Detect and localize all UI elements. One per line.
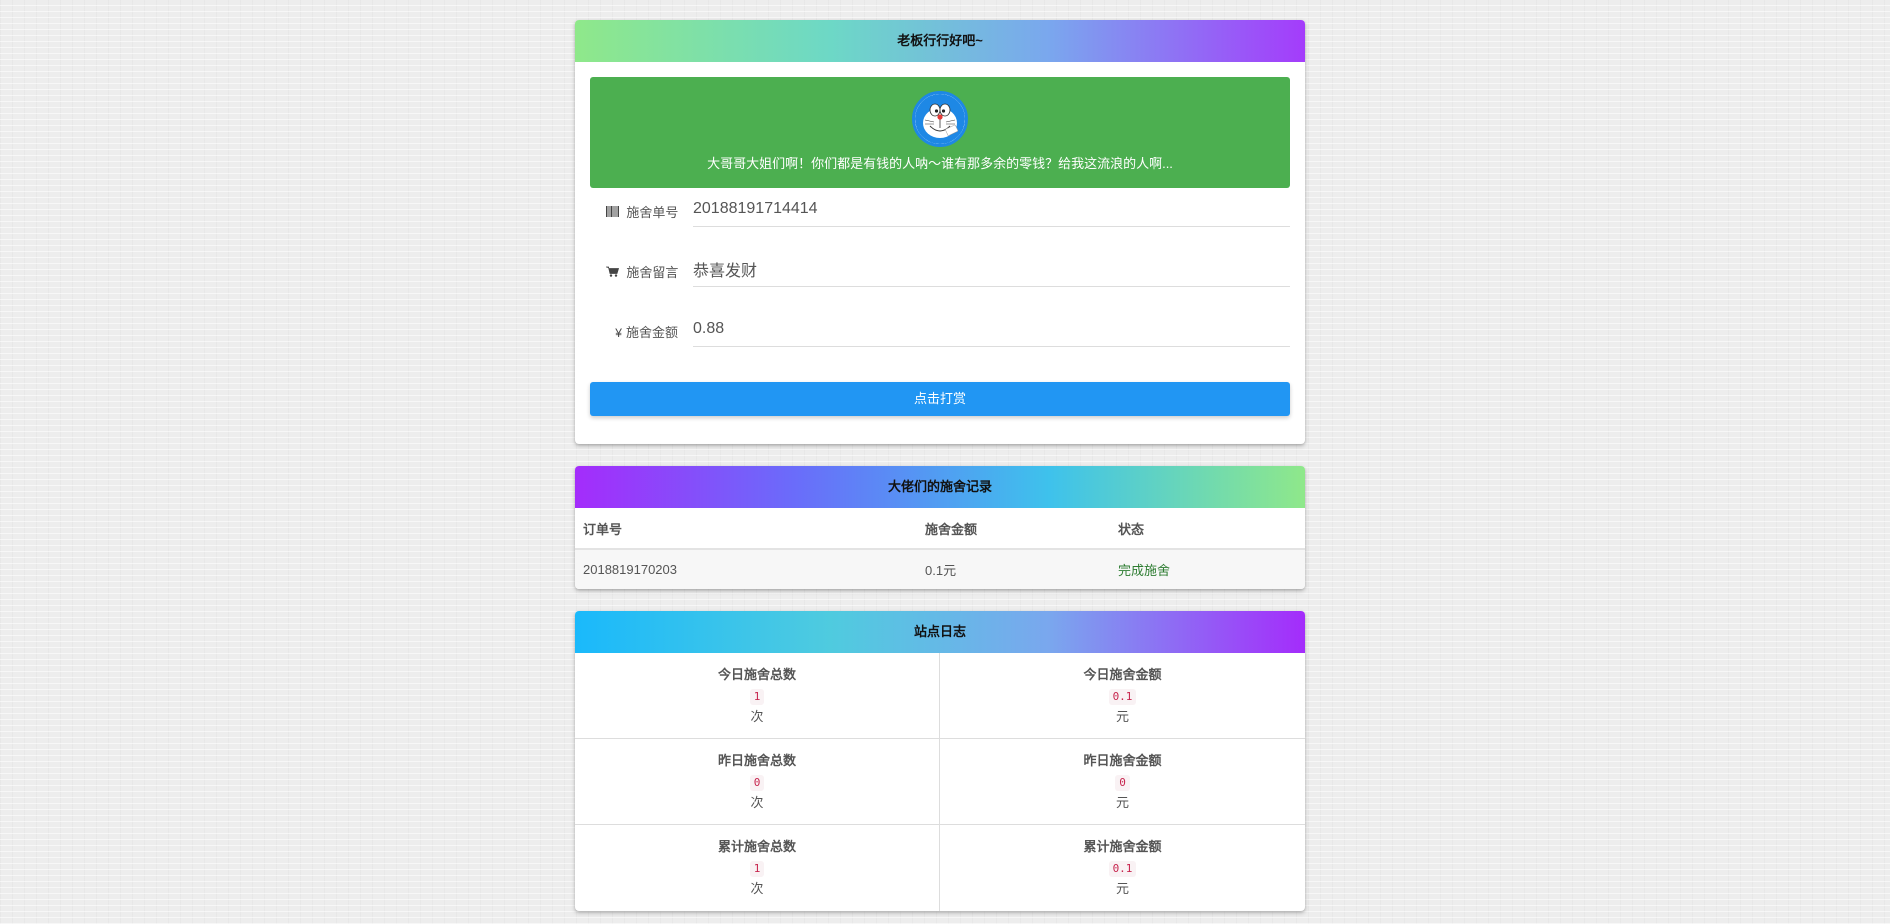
yen-icon: ¥ — [615, 326, 622, 340]
order-number-row: 施舍单号 — [590, 188, 1290, 248]
stat-value: 0 — [1115, 775, 1130, 791]
page-container: 老板行行好吧~ 大哥哥大姐们啊！你们都是有钱的人呐～谁有那多余的零钱？给我这流浪… — [575, 20, 1305, 911]
table-row: 2018819170203 0.1元 完成施舍 — [575, 549, 1305, 589]
order-number-label: 施舍单号 — [606, 202, 678, 221]
stat-unit: 元 — [1115, 881, 1129, 896]
stat-title: 昨日施舍总数 — [717, 753, 796, 768]
stat-total-amount: 累计施舍金额 0.1 元 — [940, 825, 1305, 911]
amount-label-text: 施舍金额 — [625, 325, 678, 340]
stat-unit: 次 — [750, 795, 764, 810]
records-card-title: 大佬们的施舍记录 — [575, 466, 1305, 508]
record-order: 2018819170203 — [575, 549, 917, 589]
stat-value: 1 — [749, 861, 765, 877]
order-number-label-text: 施舍单号 — [626, 205, 679, 220]
stat-unit: 次 — [750, 709, 764, 724]
stat-unit: 元 — [1115, 709, 1129, 724]
stat-unit: 次 — [750, 881, 764, 896]
donate-banner: 大哥哥大姐们啊！你们都是有钱的人呐～谁有那多余的零钱？给我这流浪的人啊... — [590, 77, 1290, 188]
column-header-status: 状态 — [1110, 508, 1305, 550]
amount-input[interactable] — [693, 312, 1290, 347]
stat-value: 0 — [749, 775, 765, 791]
stat-title: 今日施舍总数 — [717, 667, 796, 682]
stat-today-amount: 今日施舍金额 0.1 元 — [940, 653, 1305, 739]
order-number-input[interactable] — [693, 192, 1290, 227]
amount-row: ¥ 施舍金额 — [590, 308, 1290, 368]
amount-label: ¥ 施舍金额 — [606, 322, 678, 341]
stat-value: 1 — [749, 689, 765, 705]
avatar — [912, 91, 968, 147]
barcode-icon — [606, 206, 622, 220]
cart-icon — [606, 266, 622, 280]
stat-title: 昨日施舍金额 — [1083, 753, 1162, 768]
site-log-card: 站点日志 今日施舍总数 1 次 今日施舍金额 0.1 元 昨日施舍总数 0 次 … — [575, 611, 1305, 911]
message-row: 施舍留言 — [590, 248, 1290, 308]
stat-value: 0.1 — [1108, 861, 1137, 877]
stat-yesterday-amount: 昨日施舍金额 0 元 — [940, 739, 1305, 825]
records-table: 订单号 施舍金额 状态 2018819170203 0.1元 完成施舍 — [575, 508, 1305, 589]
column-header-amount: 施舍金额 — [917, 508, 1110, 550]
message-input[interactable] — [693, 252, 1290, 287]
record-status: 完成施舍 — [1110, 549, 1305, 589]
stat-title: 今日施舍金额 — [1083, 667, 1162, 682]
message-label: 施舍留言 — [606, 262, 678, 281]
stat-unit: 元 — [1115, 795, 1129, 810]
stat-title: 累计施舍总数 — [717, 839, 796, 854]
message-label-text: 施舍留言 — [626, 265, 679, 280]
stat-yesterday-count: 昨日施舍总数 0 次 — [575, 739, 940, 825]
records-card: 大佬们的施舍记录 订单号 施舍金额 状态 2018819170203 0.1元 … — [575, 466, 1305, 589]
stat-value: 0.1 — [1108, 689, 1137, 705]
stat-today-count: 今日施舍总数 1 次 — [575, 653, 940, 739]
stat-title: 累计施舍金额 — [1083, 839, 1162, 854]
doraemon-icon — [915, 94, 965, 144]
banner-text: 大哥哥大姐们啊！你们都是有钱的人呐～谁有那多余的零钱？给我这流浪的人啊... — [707, 156, 1173, 171]
submit-donation-button[interactable]: 点击打赏 — [590, 382, 1290, 416]
donate-card: 老板行行好吧~ 大哥哥大姐们啊！你们都是有钱的人呐～谁有那多余的零钱？给我这流浪… — [575, 20, 1305, 444]
site-log-title: 站点日志 — [575, 611, 1305, 653]
stats-grid: 今日施舍总数 1 次 今日施舍金额 0.1 元 昨日施舍总数 0 次 昨日施舍金… — [575, 653, 1305, 911]
column-header-order: 订单号 — [575, 508, 917, 550]
records-table-header: 订单号 施舍金额 状态 — [575, 508, 1305, 550]
stat-total-count: 累计施舍总数 1 次 — [575, 825, 940, 911]
record-amount: 0.1元 — [917, 549, 1110, 589]
donate-card-title: 老板行行好吧~ — [575, 20, 1305, 62]
